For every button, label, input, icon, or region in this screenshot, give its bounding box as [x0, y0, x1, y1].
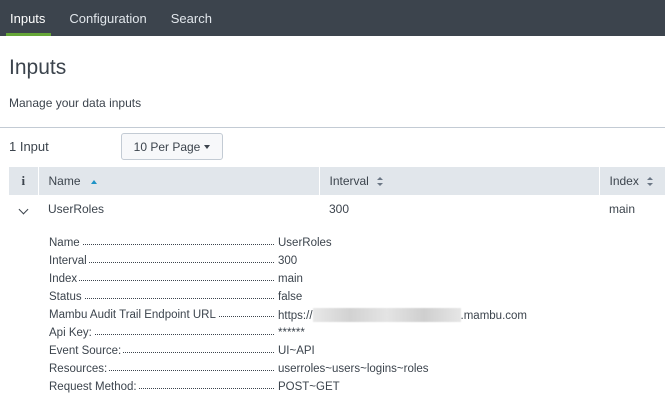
- top-navigation: Inputs Configuration Search: [0, 0, 665, 36]
- per-page-label: 10 Per Page: [133, 139, 201, 154]
- detail-row: Resources: userroles~users~logins~roles: [49, 360, 527, 378]
- info-icon: i: [21, 173, 26, 188]
- column-header-index[interactable]: Index: [599, 167, 665, 195]
- detail-label: Name: [49, 237, 82, 249]
- cell-interval: 300: [329, 202, 350, 216]
- detail-value: UserRoles: [278, 237, 332, 249]
- divider: [0, 127, 665, 128]
- detail-value: main: [278, 273, 303, 285]
- table-row: UserRoles 300 main: [9, 195, 665, 223]
- detail-row: Interval 300: [49, 252, 527, 270]
- sort-icon: [376, 177, 383, 187]
- detail-value: ******: [278, 327, 305, 339]
- detail-value: userroles~users~logins~roles: [278, 363, 429, 375]
- per-page-dropdown[interactable]: 10 Per Page: [121, 133, 223, 160]
- detail-row: Index main: [49, 270, 527, 288]
- detail-row: Event Source: UI~API: [49, 342, 527, 360]
- cell-index: main: [609, 202, 636, 216]
- detail-value: false: [278, 291, 303, 303]
- detail-row: Mambu Audit Trail Endpoint URL https://.…: [49, 306, 527, 324]
- info-column-header: i: [9, 167, 39, 195]
- detail-row: Api Key: ******: [49, 324, 527, 342]
- caret-down-icon: [204, 144, 211, 149]
- cell-name: UserRoles: [48, 202, 105, 216]
- tab-search[interactable]: Search: [159, 0, 224, 36]
- tab-inputs[interactable]: Inputs: [0, 0, 57, 36]
- detail-row: Status false: [49, 288, 527, 306]
- endpoint-url-value: https://.mambu.com: [278, 308, 527, 322]
- row-details: Name UserRoles Interval 300 Index main S…: [49, 234, 527, 396]
- detail-label: Interval: [49, 255, 89, 267]
- detail-label: Index: [49, 273, 80, 285]
- page-description: Manage your data inputs: [9, 96, 142, 110]
- page-title: Inputs: [9, 56, 67, 79]
- inputs-table: i Name Interval Index UserRoles 300 main: [9, 167, 665, 223]
- detail-label: Resources:: [49, 363, 110, 375]
- redacted-region: [312, 308, 461, 322]
- sort-ascending-icon: [90, 179, 97, 184]
- detail-value: UI~API: [278, 345, 315, 357]
- detail-label: Api Key:: [49, 327, 94, 339]
- chevron-down-icon[interactable]: [18, 204, 29, 215]
- detail-row: Name UserRoles: [49, 234, 527, 252]
- detail-label: Mambu Audit Trail Endpoint URL: [49, 309, 218, 321]
- column-header-name[interactable]: Name: [38, 167, 320, 195]
- detail-label: Event Source:: [49, 345, 124, 357]
- expand-cell[interactable]: [9, 195, 38, 223]
- detail-value: POST~GET: [278, 381, 340, 393]
- detail-label: Status: [49, 291, 84, 303]
- column-header-interval[interactable]: Interval: [319, 167, 600, 195]
- detail-row: Request Method: POST~GET: [49, 378, 527, 396]
- input-count: 1 Input: [9, 139, 49, 154]
- detail-label: Request Method:: [49, 381, 139, 393]
- tab-configuration[interactable]: Configuration: [57, 0, 158, 36]
- sort-icon: [646, 177, 653, 187]
- detail-value: 300: [278, 255, 298, 267]
